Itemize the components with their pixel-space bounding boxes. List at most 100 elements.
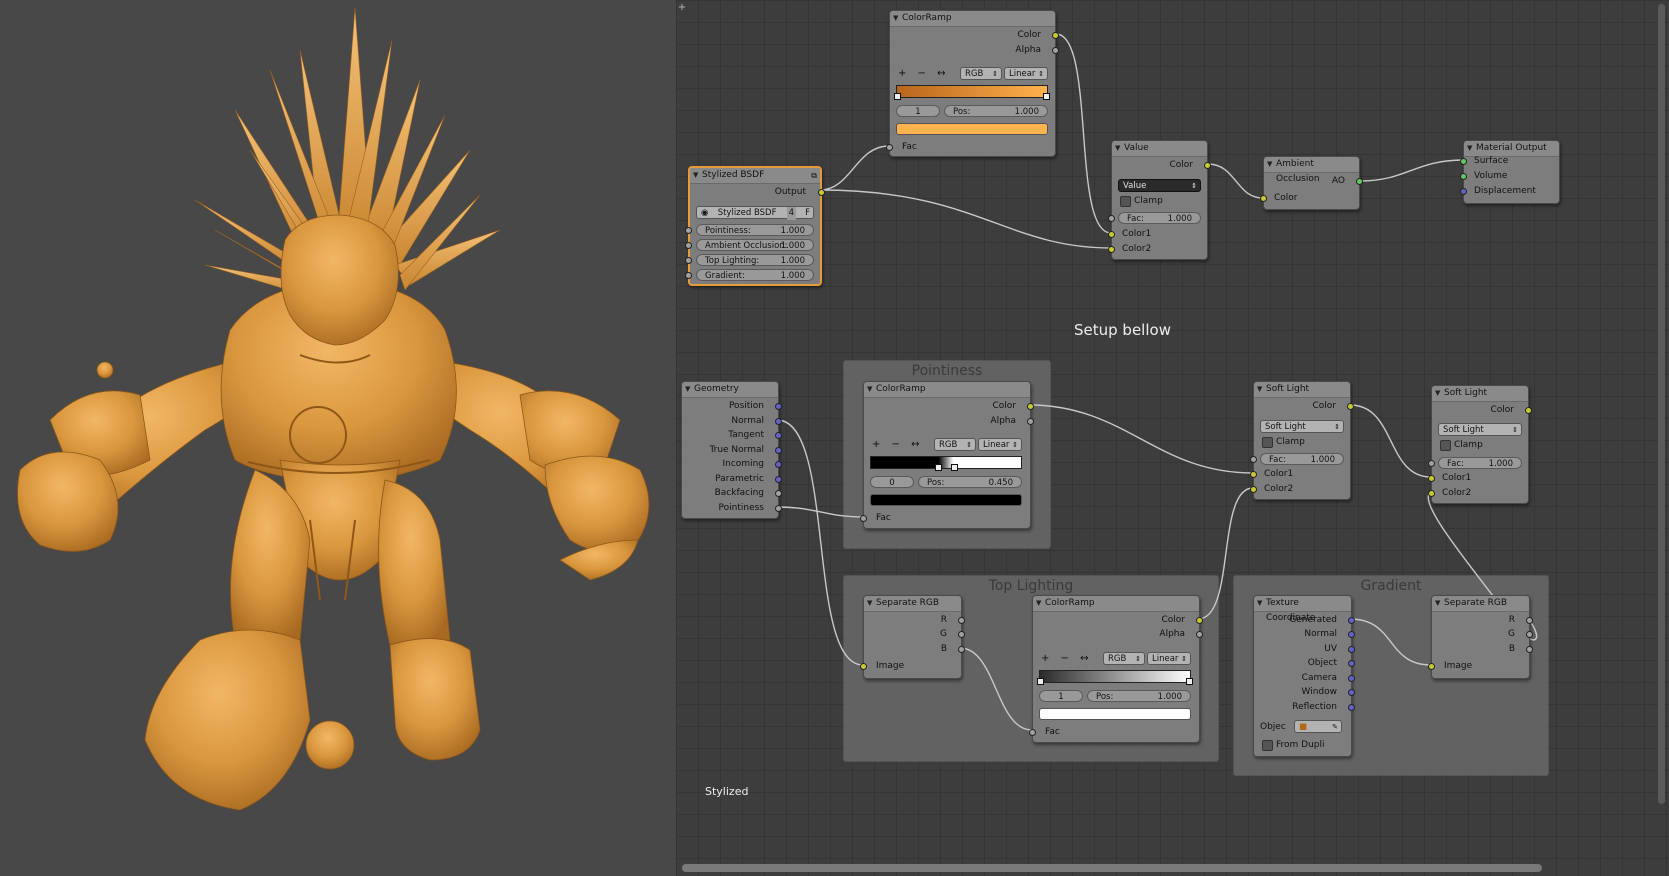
node-ambient-occlusion[interactable]: ▼ Ambient Occlusion AO Color: [1260, 156, 1363, 210]
socket-true-normal-out[interactable]: [775, 447, 782, 454]
socket-color-out[interactable]: [1525, 407, 1532, 414]
socket-normal-out[interactable]: [1348, 631, 1355, 638]
collapse-arrow-icon[interactable]: ▼: [1435, 386, 1440, 401]
socket-pointiness-out[interactable]: [775, 505, 782, 512]
node-header[interactable]: ▼ Stylized BSDF ⧉: [690, 168, 820, 184]
socket-parametric-out[interactable]: [775, 476, 782, 483]
node-header[interactable]: ▼ Geometry: [682, 382, 778, 398]
socket-fac-in[interactable]: [1428, 460, 1435, 467]
node-header[interactable]: ▼ ColorRamp: [864, 382, 1030, 398]
node-material-output[interactable]: ▼ Material Output Surface Volume Displace…: [1460, 140, 1560, 204]
socket-reflection-out[interactable]: [1348, 704, 1355, 711]
node-stylized-bsdf[interactable]: ▼ Stylized BSDF ⧉ Output ◉ Stylized BSDF 4…: [685, 166, 825, 286]
collapse-arrow-icon[interactable]: ▼: [867, 382, 872, 397]
node-header[interactable]: ▼ Texture Coordinate: [1254, 596, 1351, 623]
stop-color-swatch[interactable]: [896, 123, 1048, 135]
color-ramp-gradient[interactable]: [1039, 670, 1191, 683]
input-ambient-occlusion[interactable]: Ambient Occlusion: 1.000: [696, 239, 814, 251]
clamp-checkbox[interactable]: Clamp: [1120, 195, 1163, 207]
ramp-stop-handle[interactable]: [1043, 93, 1050, 100]
socket-output[interactable]: [818, 189, 825, 196]
socket-fac-in[interactable]: [886, 144, 893, 151]
socket-color1-in[interactable]: [1108, 231, 1115, 238]
interpolation-select[interactable]: Linear ⇕: [1147, 652, 1191, 665]
interpolation-select[interactable]: Linear ⇕: [1004, 67, 1048, 80]
node-editor[interactable]: + + Pointiness Top Lighting Gradient ▼Co…: [676, 0, 1669, 876]
collapse-arrow-icon[interactable]: ▼: [893, 11, 898, 26]
socket-color-out[interactable]: [1027, 403, 1034, 410]
eyedropper-icon[interactable]: ✎: [1332, 721, 1338, 734]
ramp-stop-handle[interactable]: [935, 464, 942, 471]
stop-position-field[interactable]: Pos: 0.450: [918, 476, 1022, 488]
collapse-arrow-icon[interactable]: ▼: [685, 382, 690, 397]
socket-alpha-out[interactable]: [1027, 418, 1034, 425]
socket-b-out[interactable]: [1526, 646, 1533, 653]
socket-r-out[interactable]: [958, 617, 965, 624]
node-header[interactable]: ▼ Soft Light: [1432, 386, 1528, 402]
node-soft-light-1[interactable]: ▼ Soft Light Color Soft Light ⇕ Clamp Fac:…: [1250, 381, 1354, 500]
node-separate-rgb-1[interactable]: ▼ Separate RGB R G B Image: [860, 595, 965, 679]
node-colorramp-top[interactable]: ▼ ColorRamp Color Alpha + − ↔ RGB ⇕ Linear…: [886, 10, 1059, 157]
node-header[interactable]: ▼ ColorRamp: [890, 11, 1055, 27]
collapse-arrow-icon[interactable]: ▼: [1267, 157, 1272, 172]
node-soft-light-2[interactable]: ▼ Soft Light Color Soft Light ⇕ Clamp Fac:…: [1428, 385, 1532, 504]
from-dupli-checkbox[interactable]: From Dupli: [1262, 739, 1325, 751]
blend-mode-select[interactable]: Soft Light ⇕: [1260, 420, 1344, 433]
socket-fac-in[interactable]: [1250, 456, 1257, 463]
socket-object-out[interactable]: [1348, 660, 1355, 667]
socket-position-out[interactable]: [775, 403, 782, 410]
node-geometry[interactable]: ▼ Geometry Position Normal Tangent True N…: [681, 381, 782, 519]
fac-field[interactable]: Fac: 1.000: [1260, 453, 1344, 465]
stop-position-field[interactable]: Pos: 1.000: [1087, 690, 1191, 702]
socket-g-out[interactable]: [958, 631, 965, 638]
collapse-arrow-icon[interactable]: ▼: [1257, 596, 1262, 611]
node-colorramp-pointiness[interactable]: ▼ ColorRamp Color Alpha + − ↔ RGB ⇕ Linear…: [860, 381, 1034, 529]
node-group-selector[interactable]: ◉ Stylized BSDF 4 F: [696, 206, 814, 220]
socket-image-in[interactable]: [860, 663, 867, 670]
group-edit-icon[interactable]: ⧉: [811, 168, 817, 183]
fac-field[interactable]: Fac: 1.000: [1438, 457, 1522, 469]
horizontal-scrollbar[interactable]: [682, 864, 1542, 872]
clamp-checkbox[interactable]: Clamp: [1440, 439, 1483, 451]
blend-mode-select[interactable]: Value ⇕: [1118, 179, 1201, 192]
node-separate-rgb-2[interactable]: ▼ Separate RGB R G B Image: [1428, 595, 1533, 679]
socket-fac-in[interactable]: [1108, 215, 1115, 222]
vertical-scrollbar[interactable]: [1658, 4, 1665, 804]
socket-gradient-in[interactable]: [685, 272, 692, 279]
collapse-arrow-icon[interactable]: ▼: [1435, 596, 1440, 611]
collapse-arrow-icon[interactable]: ▼: [1036, 596, 1041, 611]
socket-generated-out[interactable]: [1348, 617, 1355, 624]
collapse-arrow-icon[interactable]: ▼: [1257, 382, 1262, 397]
stop-position-field[interactable]: Pos: 1.000: [944, 105, 1048, 117]
input-top-lighting[interactable]: Top Lighting: 1.000: [696, 254, 814, 266]
collapse-arrow-icon[interactable]: ▼: [693, 168, 698, 183]
node-header[interactable]: ▼ Ambient Occlusion: [1264, 157, 1359, 184]
node-header[interactable]: ▼ Separate RGB: [1432, 596, 1529, 612]
socket-fac-in[interactable]: [860, 515, 867, 522]
ramp-stop-handle[interactable]: [1186, 678, 1193, 685]
socket-b-out[interactable]: [958, 646, 965, 653]
socket-uv-out[interactable]: [1348, 646, 1355, 653]
socket-fac-in[interactable]: [1029, 729, 1036, 736]
collapse-arrow-icon[interactable]: ▼: [1467, 141, 1472, 156]
socket-color2-in[interactable]: [1108, 246, 1115, 253]
fake-user-toggle[interactable]: F: [805, 207, 810, 220]
input-pointiness[interactable]: Pointiness: 1.000: [696, 224, 814, 236]
active-stop-index[interactable]: 1: [896, 105, 940, 117]
node-header[interactable]: ▼ Soft Light: [1254, 382, 1350, 398]
socket-tangent-out[interactable]: [775, 432, 782, 439]
socket-color-out[interactable]: [1196, 617, 1203, 624]
active-stop-index[interactable]: 1: [1039, 690, 1083, 702]
socket-color-in[interactable]: [1260, 195, 1267, 202]
socket-volume-in[interactable]: [1460, 173, 1467, 180]
socket-color-out[interactable]: [1204, 162, 1211, 169]
ramp-tools[interactable]: + − ↔: [898, 68, 950, 79]
node-value-mix[interactable]: ▼ Value Color Value ⇕ Clamp Fac: 1.000 Colo…: [1108, 140, 1211, 260]
socket-color-out[interactable]: [1052, 32, 1059, 39]
socket-r-out[interactable]: [1526, 617, 1533, 624]
collapse-arrow-icon[interactable]: ▼: [1115, 141, 1120, 156]
render-viewport[interactable]: [0, 0, 676, 876]
node-colorramp-top-lighting[interactable]: ▼ ColorRamp Color Alpha + − ↔ RGB ⇕ Linear…: [1029, 595, 1203, 743]
node-header[interactable]: ▼ Separate RGB: [864, 596, 961, 612]
socket-pointiness-in[interactable]: [685, 227, 692, 234]
